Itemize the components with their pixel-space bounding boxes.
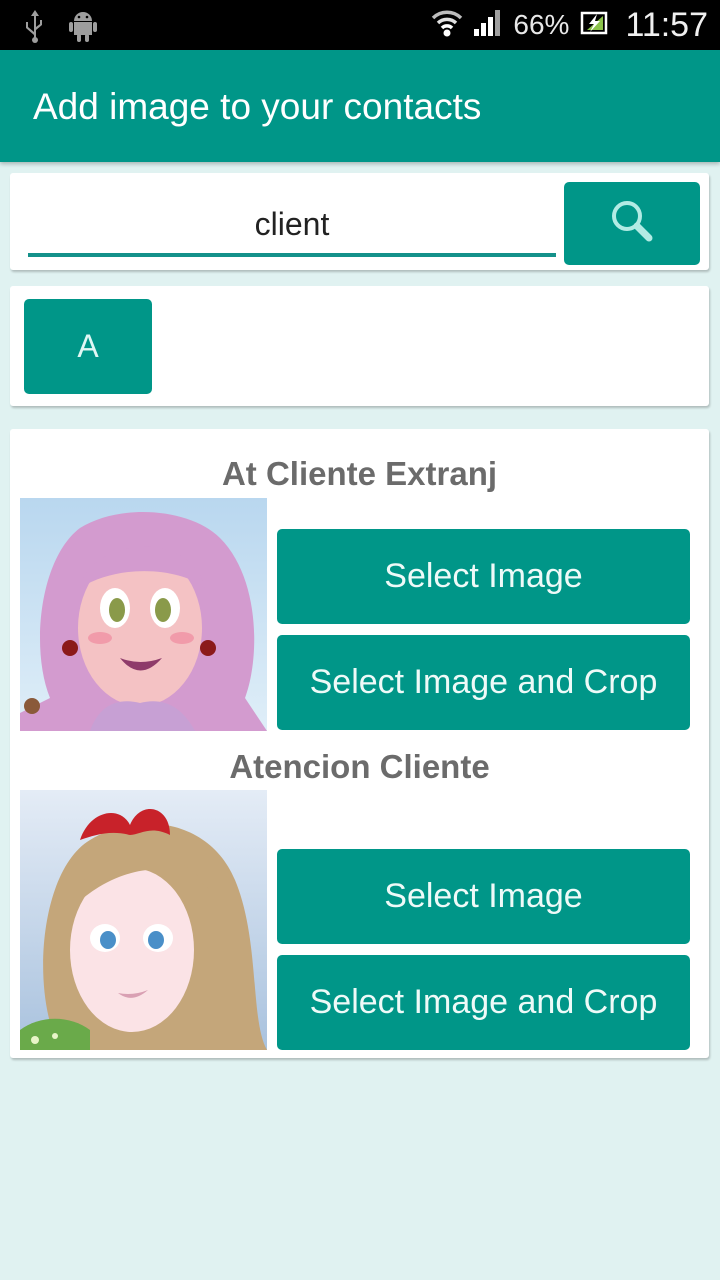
status-bar: 66% 11:57 (0, 0, 720, 50)
select-image-crop-button[interactable]: Select Image and Crop (277, 635, 690, 730)
usb-icon (22, 8, 48, 49)
app-bar: Add image to your contacts (0, 50, 720, 162)
android-debug-icon (68, 9, 98, 48)
search-card (10, 173, 709, 270)
wifi-icon (431, 8, 463, 43)
contact-avatar (20, 498, 267, 731)
contact-name: At Cliente Extranj (221, 455, 498, 492)
select-image-button[interactable]: Select Image (277, 849, 690, 944)
contact-list: At Cliente Extranj Select Image Select I… (10, 429, 709, 1058)
clock: 11:57 (625, 5, 708, 44)
battery-charging-icon (579, 10, 609, 41)
select-image-button[interactable]: Select Image (277, 529, 690, 624)
contact-avatar (20, 790, 267, 1050)
select-image-crop-button[interactable]: Select Image and Crop (277, 955, 690, 1050)
battery-percent: 66% (513, 9, 570, 40)
search-input[interactable] (28, 185, 556, 257)
contact-name: Atencion Cliente (229, 748, 490, 785)
signal-icon (473, 9, 503, 42)
search-button[interactable] (564, 182, 700, 265)
app-title: Add image to your contacts (33, 86, 482, 127)
search-icon (608, 197, 656, 250)
letter-button-a[interactable]: A (24, 299, 152, 394)
letter-index-card: A (10, 286, 709, 406)
